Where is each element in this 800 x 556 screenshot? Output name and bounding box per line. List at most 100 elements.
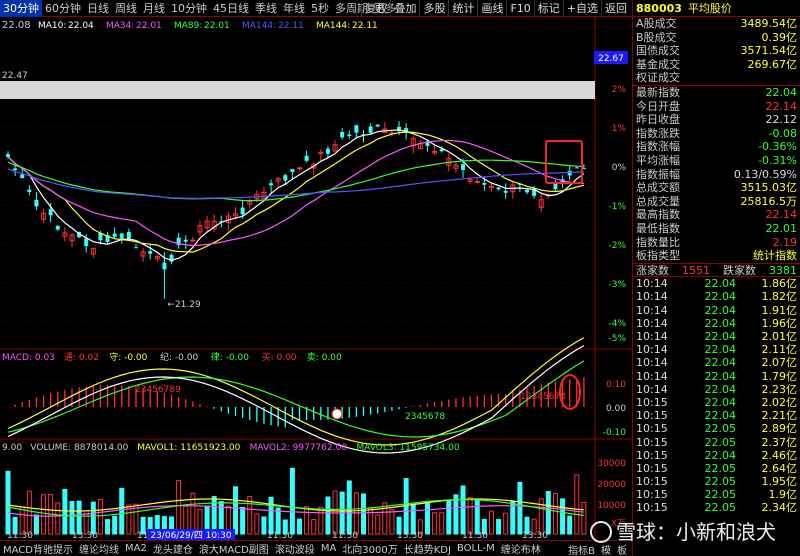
macd-tick-label: 0.00 (606, 404, 626, 414)
candle-body (474, 181, 480, 184)
period-tab-8[interactable]: 年线 (280, 0, 308, 17)
tick-amount: 2.01亿 (761, 330, 798, 344)
stat-value: 22.14 (765, 208, 798, 222)
stat-value: 22.14 (765, 99, 798, 113)
period-tab-0[interactable]: 30分钟 (0, 0, 42, 17)
indicator-tab-5[interactable]: 滚动波段 (272, 541, 318, 556)
time-axis-label: 11:30 (332, 531, 358, 540)
candle-body (148, 251, 153, 254)
indicator-tab-9[interactable]: BOLL-M (454, 543, 498, 554)
volume-bar (560, 498, 566, 535)
chart-area[interactable]: 2% 1% 0% -1% -2% -3% -4% -5% 22.47 22.67 22.08 MA10… (0, 17, 632, 540)
stat-value: -0.36% (758, 140, 797, 154)
candle-body (461, 164, 466, 171)
tick-time: 10:14 (636, 369, 668, 383)
macd-legend-item: 通: 0.02 (64, 352, 99, 363)
candle-body (304, 155, 309, 161)
candle-body (488, 185, 494, 188)
volume-bar (424, 500, 430, 535)
indicator-tab-0[interactable]: MACD背驰提示 (0, 541, 76, 556)
summary-value: 0.39亿 (761, 30, 798, 44)
candle-body (6, 154, 10, 157)
toolbar-action-1[interactable]: 叠加 (390, 0, 419, 17)
index-code: 880003 (636, 1, 682, 15)
toolbar-action-6[interactable]: 标记 (533, 0, 563, 17)
toolbar-action-8[interactable]: 返回 (601, 0, 630, 17)
tick-price: 22.04 (704, 448, 737, 462)
candle-body (354, 125, 359, 133)
volume-bar (76, 500, 82, 535)
tick-time: 10:14 (636, 356, 668, 370)
toolbar-action-0[interactable]: 复权 (361, 0, 390, 17)
period-tab-5[interactable]: 10分钟 (168, 0, 210, 17)
ma-legend-duplicate-value: 22.11 (352, 21, 378, 31)
indicator-tab-7[interactable]: 北向3000万 (339, 541, 400, 556)
tick-row: 10:15 22.05 2.64亿 (633, 462, 800, 475)
indicator-tab-6[interactable]: MA (318, 543, 339, 554)
summary-label: B股成交 (636, 30, 677, 44)
volume-bar (325, 496, 331, 535)
tick-row: 10:14 22.04 1.86亿 (633, 277, 800, 290)
stat-label: 今日开盘 (636, 99, 680, 113)
toolbar-action-7[interactable]: +自选 (562, 0, 601, 17)
tick-row: 10:15 22.05 1.95亿 (633, 475, 800, 488)
macd-annotation: 2345678 (405, 412, 445, 422)
period-tab-2[interactable]: 日线 (84, 0, 112, 17)
stat-label: 板指类型 (636, 249, 680, 263)
stat-row: 最新指数 22.04 (633, 86, 800, 100)
down-label: 跌家数 (723, 263, 756, 277)
volume-legend-item: 9.00 (2, 443, 22, 453)
tick-time: 10:15 (636, 501, 668, 515)
period-toolbar: 30分钟 60分钟 日线 周线 月线 10分钟 45日线 季线 年线 5秒 多周期 更多 复权 叠加 多股统… (0, 0, 632, 17)
period-tab-7[interactable]: 季线 (252, 0, 280, 17)
candle-body (240, 207, 245, 215)
tick-amount: 1.9亿 (768, 488, 798, 502)
volume-tick-label: 20000 (597, 480, 626, 490)
volume-bar (105, 519, 111, 535)
stat-value: 2.19 (772, 235, 798, 249)
toolbar-action-5[interactable]: F10 (506, 0, 533, 17)
stat-value: 统计指数 (753, 249, 797, 263)
stat-value: 22.12 (765, 113, 798, 127)
period-tab-9[interactable]: 5秒 (308, 0, 332, 17)
tick-amount: 1.79亿 (761, 369, 798, 383)
indicator-tab-8[interactable]: 长趋势KDJ (401, 541, 454, 556)
toolbar-action-2[interactable]: 多股 (419, 0, 448, 17)
candle-body (297, 167, 302, 170)
indicator-tab-10[interactable]: 缠论布林 (498, 541, 544, 556)
indicator-tab-4[interactable]: 浪大MACD副图 (196, 541, 272, 556)
indicator-tab-2[interactable]: MA2 (122, 543, 150, 554)
ma-legend-duplicate: MA144: (316, 21, 350, 31)
candle-body (574, 167, 579, 169)
toolbar-action-4[interactable]: 画线 (477, 0, 506, 17)
tick-row: 10:14 22.04 2.07亿 (633, 356, 800, 369)
tick-list[interactable]: 10:14 22.04 1.86亿 10:14 22.04 1.82亿 10:14 22.04… (633, 277, 800, 514)
tick-price: 22.04 (704, 290, 737, 304)
candle-body (190, 239, 196, 242)
indicator-tab-1[interactable]: 缠论均线 (76, 541, 122, 556)
toolbar-action-3[interactable]: 统计 (448, 0, 477, 17)
ma-legend-item: MA144: (242, 21, 276, 31)
candle-body (503, 190, 508, 193)
candle-body (27, 189, 32, 192)
tick-amount: 2.64亿 (761, 461, 798, 475)
ma-legend-item-value: 22.11 (278, 21, 304, 31)
summary-label: 基金成交 (636, 57, 680, 71)
stat-row: 总成交量 25816.5万 (633, 195, 800, 209)
ma-legend-item: MA34: (106, 21, 134, 31)
candle-body (13, 168, 18, 171)
buy-marker-icon (331, 408, 343, 420)
stat-label: 总成交额 (636, 181, 680, 195)
volume-bar (460, 485, 466, 535)
period-tab-1[interactable]: 60分钟 (42, 0, 84, 17)
indicator-tab-3[interactable]: 龙头建仓 (150, 541, 196, 556)
tick-amount: 2.37亿 (761, 435, 798, 449)
stat-row: 指数涨跌 -0.08 (633, 127, 800, 141)
candle-body (375, 124, 380, 127)
period-tab-4[interactable]: 月线 (140, 0, 168, 17)
stat-row: 总成交额 3515.03亿 (633, 181, 800, 195)
volume-bar (33, 514, 39, 535)
period-tab-6[interactable]: 45日线 (210, 0, 252, 17)
time-axis-label: 11:30 (462, 531, 488, 540)
period-tab-3[interactable]: 周线 (112, 0, 140, 17)
